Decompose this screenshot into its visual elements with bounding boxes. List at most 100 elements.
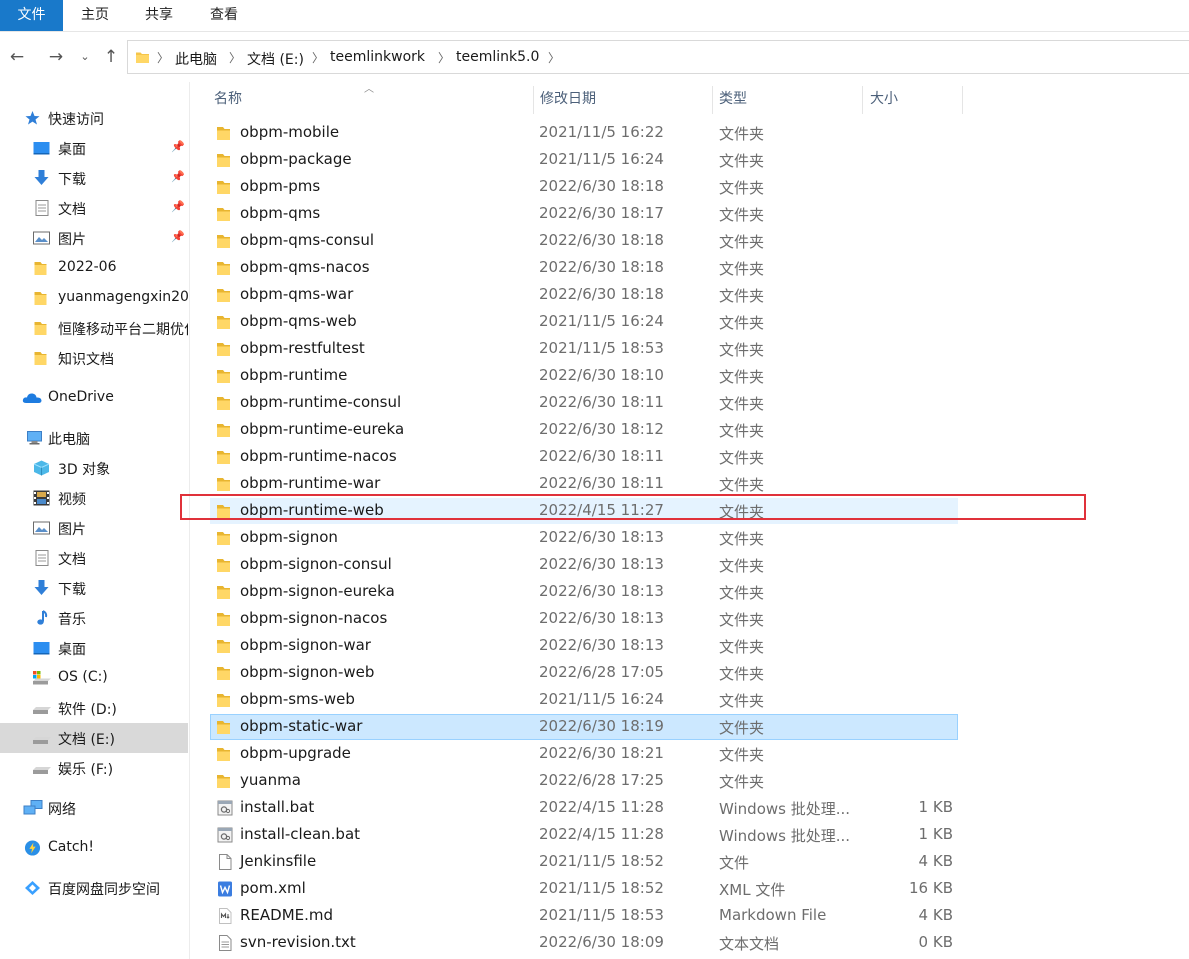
ribbon-tab-home[interactable]: 主页 [63,0,127,31]
file-row[interactable]: yuanma 2022/6/28 17:25 文件夹 [210,768,958,794]
ribbon-tab-view[interactable]: 查看 [191,0,257,31]
column-divider[interactable] [712,86,713,114]
sidebar-item-drive-c[interactable]: OS (C:) [0,663,188,693]
sidebar-item-folder-henglong[interactable]: 恒隆移动平台二期优化 [0,313,188,343]
sidebar-item-catch[interactable]: Catch! [0,833,188,863]
file-row[interactable]: obpm-qms 2022/6/30 18:17 文件夹 [210,201,958,227]
file-row[interactable]: obpm-signon-nacos 2022/6/30 18:13 文件夹 [210,606,958,632]
sidebar-item-desktop-pc[interactable]: 桌面 [0,633,188,663]
pin-icon[interactable]: 📌 [171,200,185,214]
file-name: obpm-mobile [240,123,340,141]
column-header-name[interactable]: 名称 [214,88,242,108]
sidebar-item-drive-e[interactable]: 文档 (E:) [0,723,188,753]
ribbon-tab-file[interactable]: 文件 [0,0,63,31]
file-list: 名称 ︿ 修改日期 类型 大小 obpm-mobile 2021/11/5 16:… [190,82,1189,959]
file-row[interactable]: obpm-signon-war 2022/6/30 18:13 文件夹 [210,633,958,659]
folder-icon [217,748,230,761]
file-row[interactable]: obpm-sms-web 2021/11/5 16:24 文件夹 [210,687,958,713]
file-row[interactable]: obpm-static-war 2022/6/30 18:19 文件夹 [210,714,958,740]
file-row[interactable]: install.bat 2022/4/15 11:28 Windows 批处理...… [210,795,958,821]
sidebar-item-pictures-pc[interactable]: 图片 [0,513,188,543]
breadcrumb-drive-e[interactable]: 文档 (E:) [247,49,304,69]
file-row[interactable]: obpm-runtime 2022/6/30 18:10 文件夹 [210,363,958,389]
sidebar-item-documents[interactable]: 文档 📌 [0,193,188,223]
sidebar-item-music[interactable]: 音乐 [0,603,188,633]
ribbon-tab-share[interactable]: 共享 [127,0,191,31]
column-header-type[interactable]: 类型 [719,88,747,108]
breadcrumb-separator-icon[interactable]: 〉 [229,49,241,66]
file-modified-date: 2022/4/15 11:28 [539,798,664,816]
file-row[interactable]: obpm-qms-web 2021/11/5 16:24 文件夹 [210,309,958,335]
sidebar-item-folder-knowledge[interactable]: 知识文档 [0,343,188,373]
sidebar-item-documents-pc[interactable]: 文档 [0,543,188,573]
navigation-bar: ← → ⌄ ↑ 〉 此电脑 〉 文档 (E:) 〉 teemlinkwork 〉… [0,32,1189,82]
breadcrumb-separator-icon[interactable]: 〉 [438,49,450,66]
file-row[interactable]: pom.xml 2021/11/5 18:52 XML 文件 16 KB [210,876,958,902]
pin-icon[interactable]: 📌 [171,230,185,244]
sidebar-item-videos[interactable]: 视频 [0,483,188,513]
address-bar[interactable]: 〉 此电脑 〉 文档 (E:) 〉 teemlinkwork 〉 teemlin… [127,40,1189,74]
file-row[interactable]: obpm-qms-consul 2022/6/30 18:18 文件夹 [210,228,958,254]
file-row[interactable]: obpm-signon-web 2022/6/28 17:05 文件夹 [210,660,958,686]
column-divider[interactable] [962,86,963,114]
file-row[interactable]: obpm-package 2021/11/5 16:24 文件夹 [210,147,958,173]
film-icon [33,490,50,506]
breadcrumb-separator-icon[interactable]: 〉 [548,49,560,66]
sidebar-item-folder-yuanmagengxin[interactable]: yuanmagengxin2022 [0,283,188,313]
up-arrow-icon[interactable]: ↑ [100,44,122,70]
file-modified-date: 2022/6/30 18:21 [539,744,664,762]
sidebar-item-drive-d[interactable]: 软件 (D:) [0,693,188,723]
file-row[interactable]: obpm-runtime-eureka 2022/6/30 18:12 文件夹 [210,417,958,443]
file-row[interactable]: obpm-upgrade 2022/6/30 18:21 文件夹 [210,741,958,767]
sidebar-item-drive-f[interactable]: 娱乐 (F:) [0,753,188,783]
file-row[interactable]: obpm-signon-eureka 2022/6/30 18:13 文件夹 [210,579,958,605]
breadcrumb-separator-icon[interactable]: 〉 [312,49,324,66]
file-size: 0 KB [918,933,953,951]
forward-arrow-icon[interactable]: → [45,44,67,70]
column-header-size[interactable]: 大小 [870,88,898,108]
file-row[interactable]: obpm-signon 2022/6/30 18:13 文件夹 [210,525,958,551]
breadcrumb-teemlinkwork[interactable]: teemlinkwork [330,49,425,65]
sidebar-item-onedrive[interactable]: OneDrive [0,383,188,413]
file-row[interactable]: svn-revision.txt 2022/6/30 18:09 文本文档 0 KB [210,930,958,956]
sidebar-item-downloads-pc[interactable]: 下载 [0,573,188,603]
sidebar-item-baidu-sync[interactable]: 百度网盘同步空间 [0,873,188,903]
file-row[interactable]: obpm-restfultest 2021/11/5 18:53 文件夹 [210,336,958,362]
recent-locations-chevron-icon[interactable]: ⌄ [74,44,96,70]
sidebar-item-downloads[interactable]: 下载 📌 [0,163,188,193]
file-row[interactable]: obpm-pms 2022/6/30 18:18 文件夹 [210,174,958,200]
sidebar-item-label: OS (C:) [58,669,108,685]
sidebar-item-quick-access[interactable]: 快速访问 [0,103,188,133]
back-arrow-icon[interactable]: ← [6,44,28,70]
file-row[interactable]: Jenkinsfile 2021/11/5 18:52 文件 4 KB [210,849,958,875]
folder-icon [217,181,230,194]
file-row[interactable]: obpm-runtime-consul 2022/6/30 18:11 文件夹 [210,390,958,416]
file-type: 文件夹 [719,368,765,386]
breadcrumb-this-pc[interactable]: 此电脑 [175,49,217,69]
file-type: 文件夹 [719,125,765,143]
sidebar-item-pictures[interactable]: 图片 📌 [0,223,188,253]
navigation-pane: 快速访问 桌面 📌 下载 📌 文档 📌 图片 📌 2022-06 yuanmag… [0,82,190,959]
breadcrumb-separator-icon[interactable]: 〉 [157,49,169,66]
file-row[interactable]: obpm-runtime-nacos 2022/6/30 18:11 文件夹 [210,444,958,470]
pin-icon[interactable]: 📌 [171,170,185,184]
file-type: 文件夹 [719,746,765,764]
sidebar-item-network[interactable]: 网络 [0,793,188,823]
sidebar-item-folder-2022-06[interactable]: 2022-06 [0,253,188,283]
sidebar-item-desktop[interactable]: 桌面 📌 [0,133,188,163]
sidebar-item-this-pc[interactable]: 此电脑 [0,423,188,453]
file-type: 文件夹 [719,233,765,251]
file-row[interactable]: obpm-qms-war 2022/6/30 18:18 文件夹 [210,282,958,308]
file-row[interactable]: obpm-mobile 2021/11/5 16:22 文件夹 [210,120,958,146]
pin-icon[interactable]: 📌 [171,140,185,154]
column-header-date[interactable]: 修改日期 [540,88,596,108]
breadcrumb-teemlink50[interactable]: teemlink5.0 [456,49,539,65]
sidebar-item-3d-objects[interactable]: 3D 对象 [0,453,188,483]
file-row[interactable]: install-clean.bat 2022/4/15 11:28 Windows … [210,822,958,848]
file-row[interactable]: obpm-qms-nacos 2022/6/30 18:18 文件夹 [210,255,958,281]
file-row[interactable]: README.md 2021/11/5 18:53 Markdown File 4 K… [210,903,958,929]
sort-ascending-icon: ︿ [364,84,374,95]
file-row[interactable]: obpm-signon-consul 2022/6/30 18:13 文件夹 [210,552,958,578]
column-divider[interactable] [533,86,534,114]
column-divider[interactable] [862,86,863,114]
